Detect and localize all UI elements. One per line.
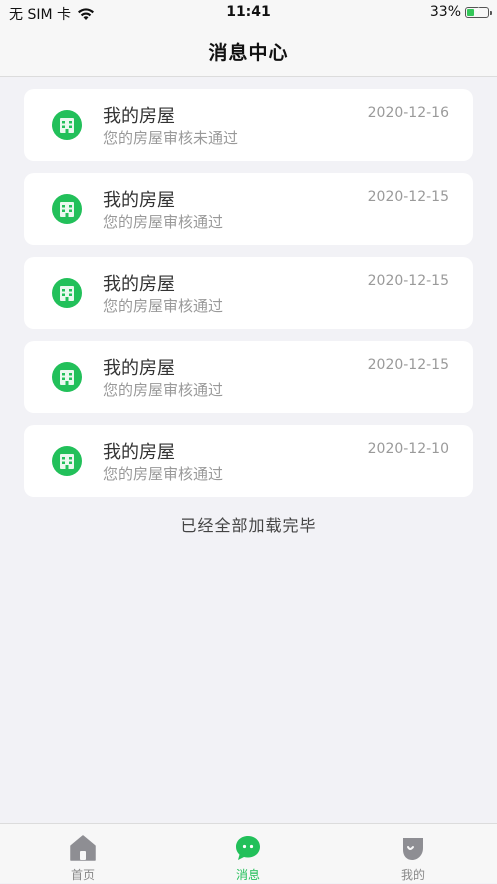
message-item[interactable]: 我的房屋 您的房屋审核通过 2020-12-10 [24,425,473,497]
profile-icon [403,838,423,860]
message-date: 2020-12-16 [367,105,449,121]
tab-home[interactable]: 首页 [23,824,143,884]
battery-indicator: 33% ⚡ [429,4,492,20]
message-list: 我的房屋 您的房屋审核未通过 2020-12-16 我的房屋 您的房屋审核通过 … [24,89,473,509]
message-subtitle: 您的房屋审核通过 [103,297,224,315]
house-icon [52,278,82,308]
tab-bar: 首页 消息 我的 [0,823,497,883]
message-title: 我的房屋 [103,274,175,295]
message-date: 2020-12-10 [367,441,449,457]
status-bar: 无 SIM 卡 11:41 33% ⚡ [0,0,497,26]
message-title: 我的房屋 [103,106,175,127]
message-title: 我的房屋 [103,190,175,211]
message-subtitle: 您的房屋审核通过 [103,381,224,399]
message-date: 2020-12-15 [367,273,449,289]
charging-bolt-icon: ⚡ [473,5,481,17]
message-date: 2020-12-15 [367,357,449,373]
message-date: 2020-12-15 [367,189,449,205]
message-subtitle: 您的房屋审核通过 [103,213,224,231]
house-icon [52,446,82,476]
tab-messages[interactable]: 消息 [188,824,308,884]
battery-percent: 33% [429,4,461,20]
message-subtitle: 您的房屋审核通过 [103,465,224,483]
battery-icon: ⚡ [465,5,492,18]
list-end-indicator: 已经全部加载完毕 [180,516,317,535]
message-item[interactable]: 我的房屋 您的房屋审核通过 2020-12-15 [24,341,473,413]
tab-messages-label: 消息 [235,868,260,882]
clock: 11:41 [226,4,271,20]
tab-home-label: 首页 [70,868,95,882]
house-icon [52,194,82,224]
house-icon [52,362,82,392]
message-icon [236,836,260,860]
navigation-bar: 消息中心 [0,26,497,77]
message-item[interactable]: 我的房屋 您的房屋审核未通过 2020-12-16 [24,89,473,161]
page-title: 消息中心 [208,42,289,64]
house-icon [52,110,82,140]
message-subtitle: 您的房屋审核未通过 [103,129,239,147]
message-item[interactable]: 我的房屋 您的房屋审核通过 2020-12-15 [24,173,473,245]
home-icon [70,835,96,861]
message-item[interactable]: 我的房屋 您的房屋审核通过 2020-12-15 [24,257,473,329]
message-title: 我的房屋 [103,358,175,379]
tab-profile[interactable]: 我的 [353,824,473,884]
tab-profile-label: 我的 [400,868,425,882]
message-title: 我的房屋 [103,442,175,463]
